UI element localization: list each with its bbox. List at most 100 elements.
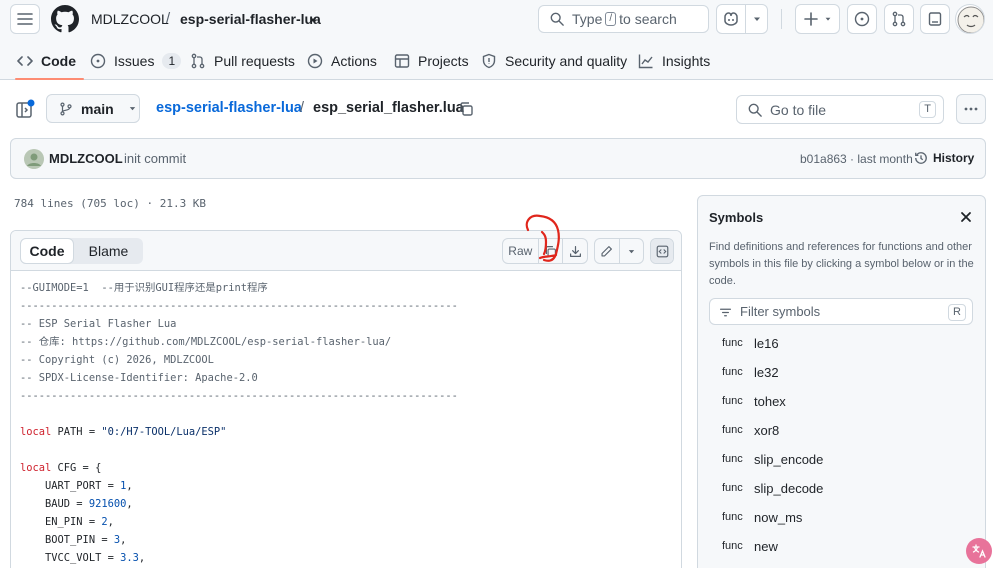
file-info: 784 lines (705 loc) · 21.3 KB	[14, 197, 207, 210]
commit-author-link[interactable]: MDLZCOOL	[49, 151, 123, 166]
avatar-face-icon	[957, 6, 984, 33]
symbol-kind: func	[722, 337, 743, 349]
play-icon	[307, 53, 323, 68]
code-body[interactable]: --GUIMODE=1 --用于识别GUI程序还是print程序 -------…	[11, 271, 681, 567]
copilot-icon	[724, 12, 738, 26]
go-to-file-input[interactable]: Go to file T	[736, 95, 944, 124]
code-line: BOOT_PIN = 3,	[20, 534, 127, 546]
symbols-toggle-group	[650, 238, 674, 264]
branch-selector[interactable]: main	[46, 94, 140, 123]
inbox-icon	[928, 12, 942, 26]
latest-commit-box: MDLZCOOL init commit b01a863 · last mont…	[10, 138, 986, 179]
copy-path-button[interactable]	[458, 101, 474, 117]
more-options-button[interactable]	[956, 94, 986, 124]
breadcrumb-repo-link[interactable]: esp-serial-flasher-lua	[156, 100, 302, 116]
symbol-item[interactable]: func le32	[722, 362, 779, 382]
blame-view-button[interactable]: Blame	[74, 238, 143, 264]
code-panel-header: Code Blame Raw	[11, 231, 681, 271]
header-divider	[781, 9, 782, 29]
copilot-dropdown-button[interactable]	[745, 4, 768, 34]
kebab-horizontal-icon	[964, 107, 978, 111]
symbol-item[interactable]: func xor8	[722, 420, 779, 440]
filter-symbols-input[interactable]: Filter symbols R	[709, 298, 973, 325]
commit-author-avatar[interactable]	[24, 149, 44, 169]
code-line: EN_PIN = 2,	[20, 516, 114, 528]
search-icon	[748, 103, 762, 117]
issues-count-badge: 1	[162, 52, 182, 69]
issues-button[interactable]	[847, 4, 877, 34]
tab-code[interactable]: Code	[15, 42, 84, 80]
raw-button[interactable]: Raw	[503, 239, 539, 263]
search-icon	[550, 12, 564, 26]
tab-security[interactable]: Security and quality	[481, 42, 627, 79]
git-branch-icon	[60, 102, 72, 115]
code-line: BAUD = 921600,	[20, 498, 133, 510]
user-avatar[interactable]	[955, 4, 985, 34]
symbol-name: tohex	[754, 393, 786, 409]
copy-raw-button[interactable]	[539, 239, 564, 263]
search-suffix: to search	[619, 11, 677, 27]
symbol-item[interactable]: func slip_encode	[722, 449, 823, 469]
plus-icon	[803, 12, 818, 26]
symbols-panel-toggle-button[interactable]	[651, 239, 673, 263]
pull-requests-button[interactable]	[884, 4, 914, 34]
code-view-button[interactable]: Code	[20, 238, 74, 264]
code-line: ----------------------------------------…	[20, 300, 458, 312]
download-button[interactable]	[563, 239, 587, 263]
tab-actions[interactable]: Actions	[307, 42, 377, 79]
repo-name-link[interactable]: esp-serial-flasher-lua	[180, 11, 321, 27]
code-line: --GUIMODE=1 --用于识别GUI程序还是print程序	[20, 282, 268, 294]
close-icon	[961, 212, 971, 222]
tab-pull-requests[interactable]: Pull requests	[190, 42, 295, 79]
symbol-item[interactable]: func slip_decode	[722, 478, 823, 498]
go-to-file-shortcut: T	[919, 101, 936, 118]
edit-file-button[interactable]	[595, 239, 620, 263]
commit-message-link[interactable]: init commit	[124, 151, 186, 166]
global-search-input[interactable]: Type / to search	[538, 5, 709, 33]
github-logo-icon[interactable]	[51, 5, 79, 33]
code-line: -- SPDX-License-Identifier: Apache-2.0	[20, 372, 258, 384]
close-symbols-button[interactable]	[960, 210, 972, 228]
tab-security-label: Security and quality	[505, 52, 628, 69]
chevron-down-icon	[825, 17, 830, 21]
menu-button[interactable]	[10, 4, 40, 34]
inbox-button[interactable]	[920, 4, 950, 34]
tab-projects[interactable]: Projects	[394, 42, 469, 79]
code-line: ----------------------------------------…	[20, 390, 458, 402]
history-icon	[915, 152, 927, 164]
code-line: TVCC_VOLT = 3.3,	[20, 552, 146, 564]
symbol-kind: func	[722, 482, 743, 494]
code-line: local PATH = "0:/H7-TOOL/Lua/ESP"	[20, 426, 227, 438]
symbol-item[interactable]: func now_ms	[722, 507, 802, 527]
tab-insights-label: Insights	[662, 52, 711, 69]
symbol-kind: func	[722, 453, 743, 465]
tab-issues-label: Issues	[114, 52, 155, 69]
symbol-item[interactable]: func new	[722, 536, 778, 556]
tab-insights[interactable]: Insights	[638, 42, 710, 79]
edit-dropdown-button[interactable]	[620, 239, 644, 263]
symbol-name: new	[754, 538, 778, 554]
translate-extension-button[interactable]	[966, 538, 992, 564]
repo-owner-link[interactable]: MDLZCOOL	[91, 11, 169, 27]
search-prefix: Type	[572, 11, 603, 27]
code-line: UART_PORT = 1,	[20, 480, 133, 492]
create-new-button[interactable]	[795, 4, 840, 34]
pull-request-icon	[892, 11, 906, 27]
sidebar-toggle-button[interactable]	[14, 98, 38, 122]
symbol-kind: func	[722, 366, 743, 378]
commit-sha-time[interactable]: b01a863 · last month	[800, 152, 913, 166]
translate-icon	[972, 544, 986, 558]
download-icon	[569, 245, 581, 257]
tab-issues[interactable]: Issues 1	[90, 42, 182, 79]
symbol-kind: func	[722, 511, 743, 523]
hamburger-icon	[17, 13, 33, 25]
symbol-item[interactable]: func tohex	[722, 391, 786, 411]
go-to-file-placeholder: Go to file	[770, 101, 827, 118]
copilot-button[interactable]	[716, 4, 746, 34]
symbol-name: now_ms	[754, 509, 803, 525]
repo-dropdown-caret-icon[interactable]	[308, 15, 318, 25]
chevron-down-icon	[753, 17, 760, 21]
symbol-item[interactable]: func le16	[722, 333, 779, 353]
history-button[interactable]: History	[914, 151, 974, 165]
